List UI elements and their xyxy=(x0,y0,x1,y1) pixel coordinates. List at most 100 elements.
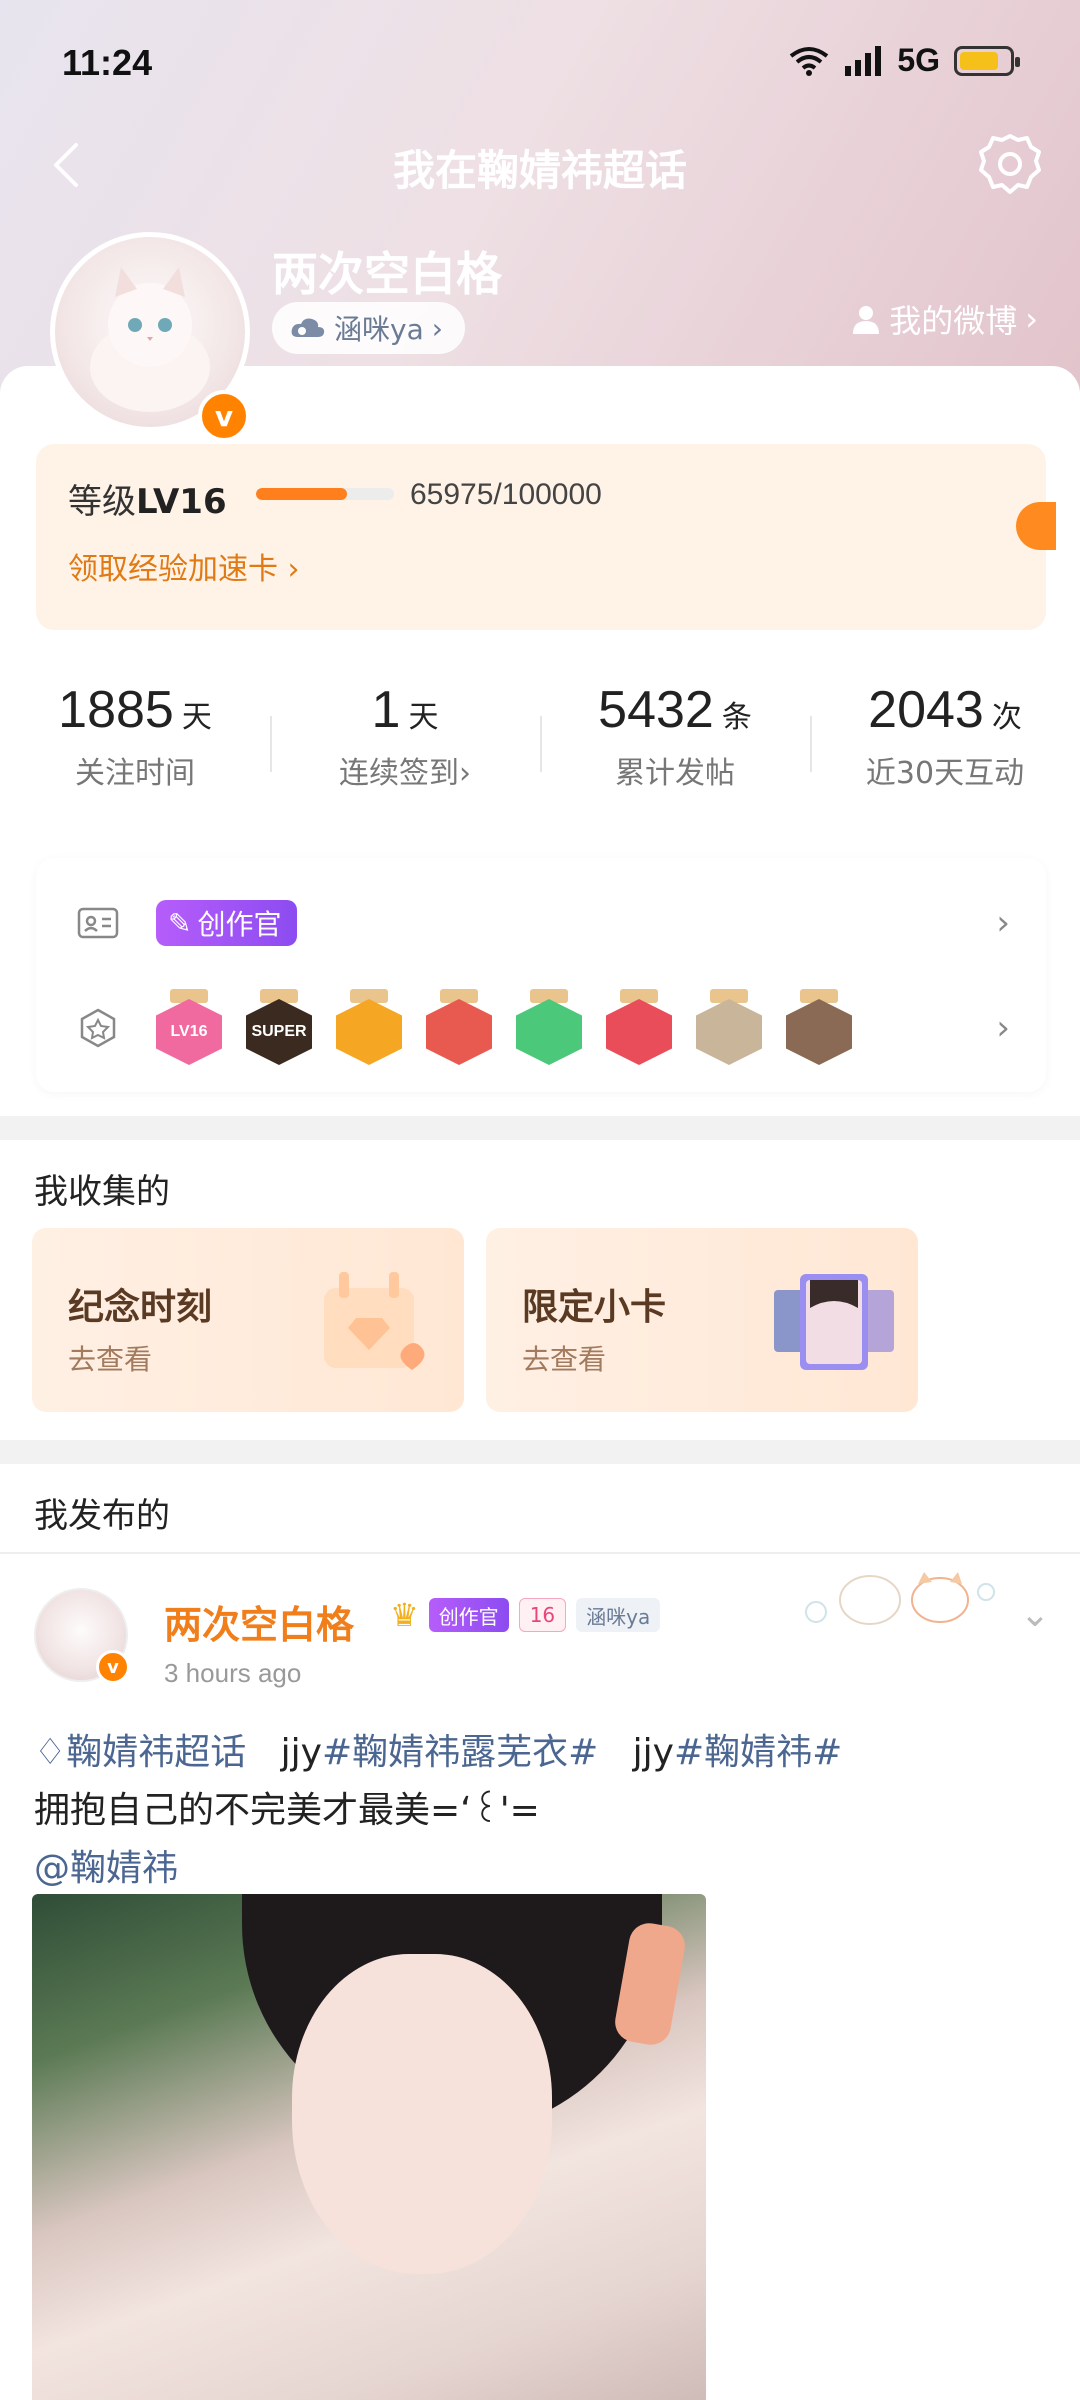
level-mini-tag: 16 xyxy=(518,1598,567,1632)
creator-icon: ✎ xyxy=(168,906,192,940)
level-side-tab[interactable] xyxy=(1016,502,1056,550)
stat-unit: 条 xyxy=(721,700,752,735)
battery-level xyxy=(960,51,999,70)
cloud-icon xyxy=(291,318,325,337)
prefix-text: jjy xyxy=(632,1732,674,1773)
medal-list: LV16 SUPER xyxy=(156,989,852,1067)
stat-unit: 天 xyxy=(181,700,212,735)
trophy-medal-icon xyxy=(606,989,672,1067)
creator-tag-label: 创作官 xyxy=(197,908,282,941)
sheep-cat-sticker-icon xyxy=(805,1572,995,1625)
profile-username: 两次空白格 xyxy=(272,247,502,301)
stat-label: 连续签到› xyxy=(270,748,540,792)
status-time: 11:24 xyxy=(62,42,153,83)
stat-number: 1 xyxy=(371,681,401,739)
signal-icon xyxy=(845,45,882,76)
collection-card-title: 限定小卡 xyxy=(522,1287,667,1328)
profile-avatar[interactable]: v xyxy=(50,232,250,442)
posts-title: 我发布的 xyxy=(34,1496,170,1536)
stat-label: 关注时间 xyxy=(75,756,195,791)
collection-card-cards[interactable]: 限定小卡 去查看 xyxy=(486,1228,918,1412)
super-medal-icon: SUPER xyxy=(246,989,312,1067)
idol-medal-2-icon xyxy=(786,989,852,1067)
lv16-medal-icon: LV16 xyxy=(156,989,222,1067)
prefix-text: jjy xyxy=(280,1732,322,1773)
photo-face-shape xyxy=(292,1954,552,2274)
calendar-diamond-icon xyxy=(324,1272,425,1370)
divider-line xyxy=(0,1552,1080,1554)
mention-link[interactable]: @鞠婧祎 xyxy=(34,1840,1044,1898)
hashtag-link[interactable]: #鞠婧祎露芜衣# xyxy=(322,1732,598,1773)
level-card[interactable]: 等级LV16 65975/100000 领取经验加速卡 › xyxy=(36,444,1056,630)
creator-tag: ✎ 创作官 xyxy=(156,900,298,946)
super-topic-link[interactable]: ♢鞠婧祎超话 xyxy=(34,1732,246,1773)
stat-number: 2043 xyxy=(868,681,984,739)
stat-total-posts: 5432 条 累计发帖 xyxy=(540,680,810,820)
boost-card-link[interactable]: 领取经验加速卡 › xyxy=(68,544,300,588)
level-progress-bar xyxy=(256,488,394,500)
network-type: 5G xyxy=(897,42,940,78)
page-title: 我在鞠婧祎超话 xyxy=(392,146,687,195)
level-value: LV16 xyxy=(136,482,227,522)
girl-medal-icon xyxy=(426,989,492,1067)
chevron-right-icon: › xyxy=(1025,300,1038,338)
collections-title: 我收集的 xyxy=(34,1172,170,1212)
post-image[interactable] xyxy=(32,1894,706,2400)
chevron-right-icon: › xyxy=(996,903,1010,943)
identity-row[interactable]: ✎ 创作官 › xyxy=(36,868,1046,978)
stat-interactions: 2043 次 近30天互动 xyxy=(810,680,1080,820)
medal-hex xyxy=(336,999,402,1065)
collection-card-moments[interactable]: 纪念时刻 去查看 xyxy=(32,1228,464,1412)
chevron-right-icon: › xyxy=(431,311,443,345)
medal-hex xyxy=(696,999,762,1065)
post-content: ♢鞠婧祎超话 jjy#鞠婧祎露芜衣# jjy#鞠婧祎# 拥抱自己的不完美才最美=… xyxy=(34,1724,1044,1898)
stat-checkin-streak[interactable]: 1天 连续签到› xyxy=(270,680,540,820)
section-divider xyxy=(0,1116,1080,1140)
level-progress-fill xyxy=(256,488,348,500)
collection-card-title: 纪念时刻 xyxy=(68,1287,213,1328)
post-avatar[interactable]: v xyxy=(34,1588,130,1684)
crown-medal-icon xyxy=(336,989,402,1067)
hashtag-link[interactable]: #鞠婧祎# xyxy=(674,1732,842,1773)
post-menu-chevron-icon[interactable]: ⌄ xyxy=(1020,1594,1050,1635)
group-mini-tag: 涵咪ya xyxy=(576,1598,661,1632)
post-topic-line: ♢鞠婧祎超话 jjy#鞠婧祎露芜衣# jjy#鞠婧祎# xyxy=(34,1724,1044,1782)
user-icon xyxy=(853,306,880,334)
group-pill-label: 涵咪ya xyxy=(334,313,424,346)
medal-hex xyxy=(786,999,852,1065)
stat-label-text: 连续签到 xyxy=(339,756,459,791)
top-nav: 我在鞠婧祎超话 xyxy=(0,125,1080,205)
chevron-right-icon: › xyxy=(287,552,300,587)
collection-card-sub: 去查看 xyxy=(68,1343,153,1376)
honor-card: ✎ 创作官 › LV16 SUPER › xyxy=(36,858,1046,1092)
chevron-right-icon: › xyxy=(996,1008,1010,1048)
medal-outline-icon xyxy=(80,1008,116,1048)
verified-badge: v xyxy=(96,1650,130,1684)
stat-label: 累计发帖 xyxy=(615,756,735,791)
collection-card-sub: 去查看 xyxy=(522,1343,607,1376)
gear-icon xyxy=(979,134,1041,194)
level-label: 等级LV16 xyxy=(68,474,227,523)
post-body: 拥抱自己的不完美才最美=ʻ꒰'= xyxy=(34,1790,540,1831)
medal-hex xyxy=(426,999,492,1065)
post-time: 3 hours ago xyxy=(164,1658,302,1688)
stat-number: 5432 xyxy=(598,681,714,739)
medals-row[interactable]: LV16 SUPER › xyxy=(36,973,1046,1083)
idol-medal-1-icon xyxy=(696,989,762,1067)
battery-icon xyxy=(954,45,1020,76)
group-pill[interactable]: 涵咪ya › xyxy=(272,302,465,354)
my-weibo-link[interactable]: 我的微博 › xyxy=(851,296,1038,342)
medal-hex xyxy=(516,999,582,1065)
stat-number: 1885 xyxy=(58,681,174,739)
post-author[interactable]: 两次空白格 xyxy=(164,1594,354,1649)
my-weibo-label: 我的微博 xyxy=(889,302,1018,340)
medal-hex xyxy=(606,999,672,1065)
stat-unit: 次 xyxy=(991,700,1022,735)
photo-cards-icon xyxy=(774,1274,894,1370)
medal-hex: SUPER xyxy=(246,999,312,1065)
stat-follow-days: 1885 天 关注时间 xyxy=(0,680,270,820)
boost-card-label: 领取经验加速卡 xyxy=(68,552,278,587)
section-divider xyxy=(0,1440,1080,1464)
settings-button[interactable] xyxy=(975,130,1045,200)
id-card-icon xyxy=(77,907,119,939)
